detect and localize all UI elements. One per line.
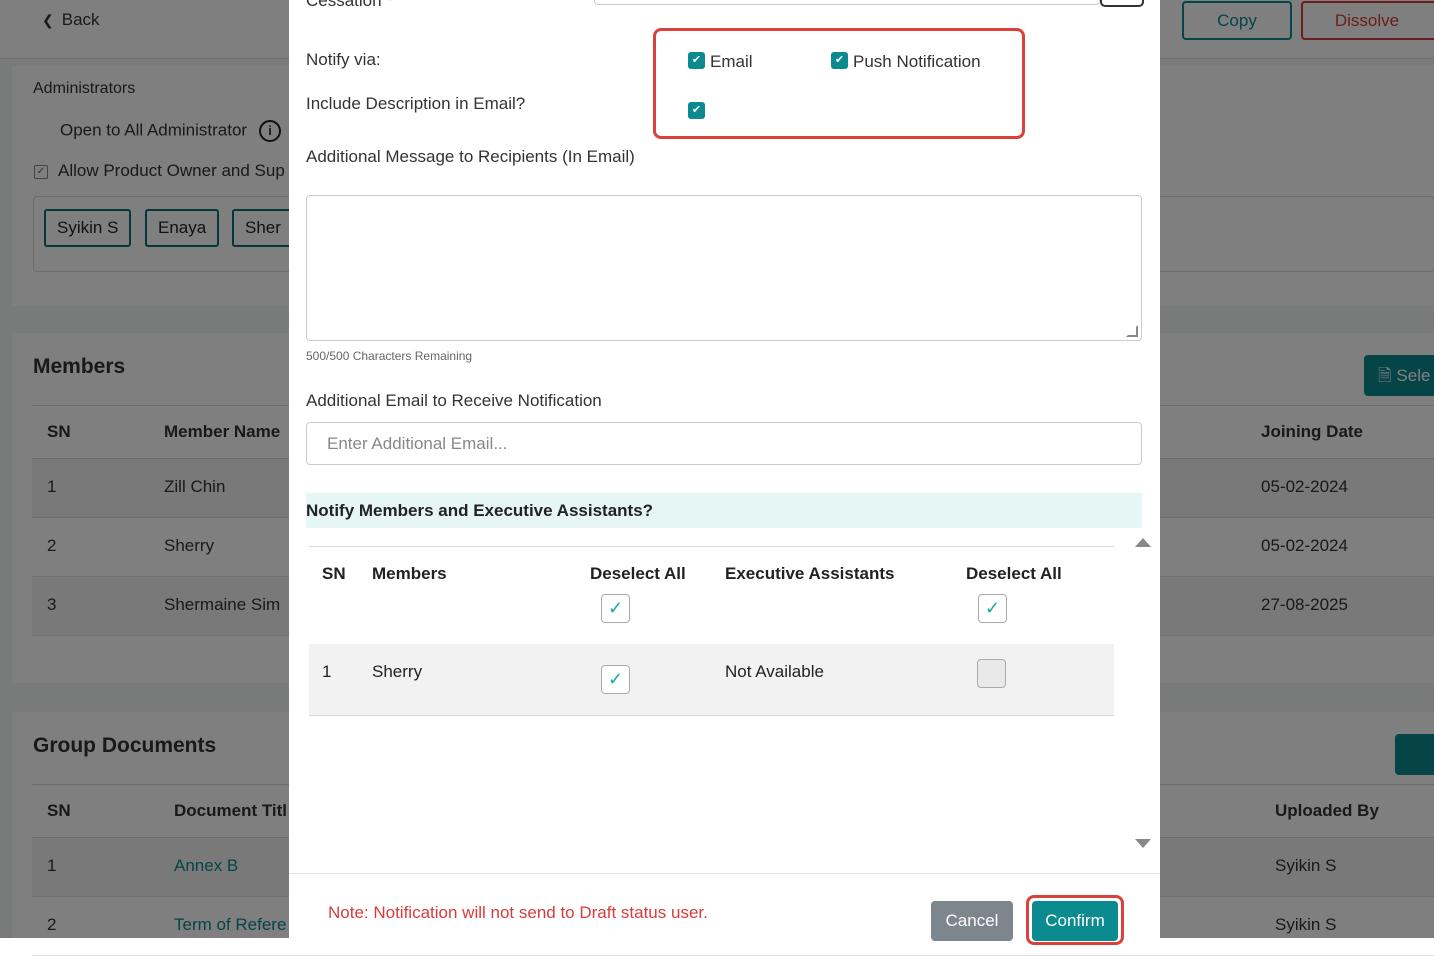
scroll-up-arrow-icon[interactable] xyxy=(1135,538,1151,547)
deselect-all-members-label: Deselect All xyxy=(590,564,686,583)
deselect-all-members-checkbox[interactable]: ✓ xyxy=(601,594,630,623)
additional-email-input[interactable] xyxy=(306,422,1142,465)
notify-members-heading: Notify Members and Executive Assistants? xyxy=(306,493,1142,528)
cessation-input[interactable] xyxy=(594,0,1100,5)
member-checkbox[interactable]: ✓ xyxy=(601,665,630,694)
push-notification-checkbox[interactable]: ✔ xyxy=(831,52,848,69)
additional-message-label: Additional Message to Recipients (In Ema… xyxy=(306,147,635,166)
email-checkbox[interactable]: ✔ xyxy=(688,52,705,69)
row-sn: 1 xyxy=(322,662,332,681)
notify-via-label: Notify via: xyxy=(306,50,381,69)
deselect-all-ea-label: Deselect All xyxy=(966,564,1062,583)
cessation-label: Cessation * xyxy=(306,0,393,10)
recipients-table-header: SN Members Deselect All ✓ Executive Assi… xyxy=(309,546,1114,645)
highlight-outline xyxy=(653,28,1025,139)
table-row: 1 Sherry ✓ Not Available xyxy=(309,644,1114,716)
include-description-checkbox[interactable]: ✔ xyxy=(688,102,705,119)
characters-remaining: 500/500 Characters Remaining xyxy=(306,349,473,363)
additional-message-textarea[interactable] xyxy=(306,195,1142,341)
push-option-label: Push Notification xyxy=(853,52,981,71)
deselect-all-ea-checkbox[interactable]: ✓ xyxy=(978,594,1007,623)
confirm-button[interactable]: Confirm xyxy=(1032,901,1118,941)
scrollbar[interactable] xyxy=(1132,532,1154,860)
ea-value: Not Available xyxy=(725,662,824,681)
cancel-button[interactable]: Cancel xyxy=(931,901,1013,941)
email-option-label: Email xyxy=(710,52,753,71)
resize-handle-icon[interactable] xyxy=(1126,325,1138,337)
executive-assistants-header: Executive Assistants xyxy=(725,564,895,583)
members-header: Members xyxy=(372,564,447,583)
cessation-picker-button[interactable] xyxy=(1100,0,1144,7)
include-description-label: Include Description in Email? xyxy=(306,94,526,113)
ea-checkbox[interactable] xyxy=(977,659,1006,688)
member-name: Sherry xyxy=(372,662,423,681)
scroll-down-arrow-icon[interactable] xyxy=(1135,839,1151,848)
footer-divider xyxy=(289,873,1160,874)
additional-email-label: Additional Email to Receive Notification xyxy=(306,391,602,410)
draft-status-note: Note: Notification will not send to Draf… xyxy=(328,903,708,922)
sn-header: SN xyxy=(322,564,346,583)
